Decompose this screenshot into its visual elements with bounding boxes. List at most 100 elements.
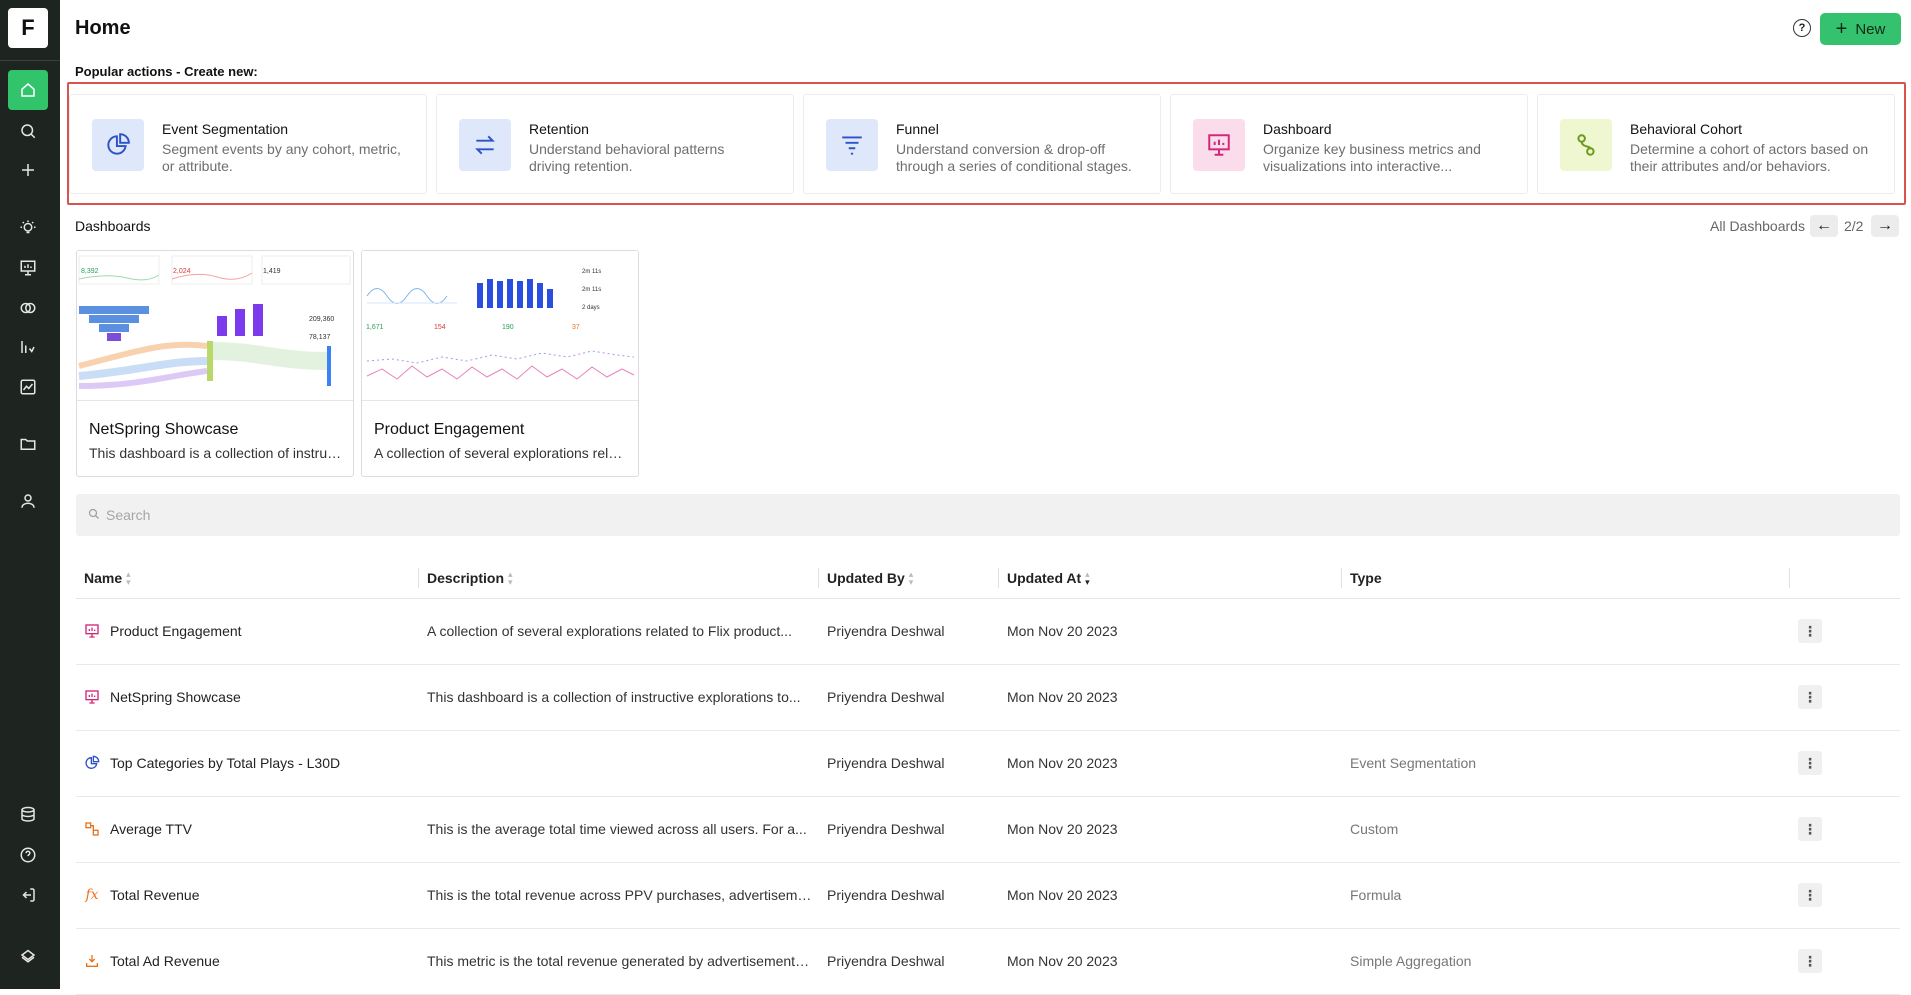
dashboard-card-product-engagement[interactable]: 2m 11s 2m 11s 2 days 1,671 154 190 37 Pr… [361,250,639,477]
app-logo[interactable]: F [8,8,48,48]
thumb-stat: 190 [502,324,514,331]
thumb-stat: 154 [434,324,446,331]
row-type: Event Segmentation [1350,755,1477,771]
all-dashboards-link[interactable]: All Dashboards [1710,218,1805,234]
kebab-icon: ⋮ [1803,754,1817,771]
column-header-name[interactable]: Name ▴ ▾ [84,570,131,587]
sidebar-item-logout[interactable] [8,875,48,915]
dashboard-card-title: Product Engagement [374,421,525,438]
popular-actions: Event Segmentation Segment events by any… [67,82,1906,205]
sidebar-item-home[interactable] [8,70,48,110]
sidebar-item-data[interactable] [8,795,48,835]
sidebar-item-dashboards[interactable] [8,248,48,288]
action-title: Event Segmentation [162,121,289,137]
row-name[interactable]: Total Revenue [110,887,410,903]
action-title: Funnel [896,121,939,137]
kebab-icon: ⋮ [1803,688,1817,705]
row-name[interactable]: NetSpring Showcase [110,689,410,705]
row-description: This dashboard is a collection of instru… [427,689,801,705]
column-header-description[interactable]: Description ▴ ▾ [427,570,513,587]
action-card-behavioral-cohort[interactable]: Behavioral Cohort Determine a cohort of … [1537,94,1895,194]
sidebar-item-metrics[interactable] [8,327,48,367]
page-indicator: 2/2 [1844,218,1864,234]
row-name[interactable]: Top Categories by Total Plays - L30D [110,755,410,771]
thumb-stat: 2m 11s [582,287,601,293]
row-menu-button[interactable]: ⋮ [1798,685,1822,709]
row-menu-button[interactable]: ⋮ [1798,949,1822,973]
table-row[interactable]: Total Ad Revenue This metric is the tota… [76,929,1900,995]
kebab-icon: ⋮ [1803,886,1817,903]
dashboard-card-description: A collection of several explorations rel… [374,445,629,461]
help-button[interactable]: ? [1793,19,1811,37]
column-label: Updated By [827,570,905,586]
help-icon [20,847,36,863]
next-page-button[interactable]: → [1871,215,1899,237]
row-menu-button[interactable]: ⋮ [1798,619,1822,643]
action-card-retention[interactable]: Retention Understand behavioral patterns… [436,94,794,194]
sort-icon: ▴ ▾ [908,569,914,587]
dashboards-label: Dashboards [75,218,151,234]
sidebar-item-help[interactable] [8,835,48,875]
sidebar-item-search[interactable] [8,111,48,151]
dashboard-icon [1193,119,1245,171]
table-row[interactable]: NetSpring Showcase This dashboard is a c… [76,665,1900,731]
row-updated-by: Priyendra Deshwal [827,755,945,771]
sidebar-item-insights[interactable] [8,208,48,248]
new-button-label: New [1855,20,1886,38]
table-row[interactable]: Average TTV This is the average total ti… [76,797,1900,863]
dashboard-card-netspring-showcase[interactable]: 8,392 2,024 1,419 209,360 78,137 NetSpri… [76,250,354,477]
new-button[interactable]: + New [1820,13,1901,45]
row-description: This is the total revenue across PPV pur… [427,887,813,903]
action-description: Determine a cohort of actors based on th… [1630,141,1869,174]
sidebar-item-folders[interactable] [8,424,48,464]
search-bar [76,494,1900,536]
action-card-event-segmentation[interactable]: Event Segmentation Segment events by any… [69,94,427,194]
home-icon [21,83,35,97]
column-header-updated-by[interactable]: Updated By ▴ ▾ [827,569,914,587]
table-row[interactable]: Top Categories by Total Plays - L30D Pri… [76,731,1900,797]
action-card-dashboard[interactable]: Dashboard Organize key business metrics … [1170,94,1528,194]
row-updated-at: Mon Nov 20 2023 [1007,887,1118,903]
metrics-icon [21,341,35,353]
sort-icon: ▴ ▾ [1085,569,1090,587]
row-menu-button[interactable]: ⋮ [1798,817,1822,841]
items-table: Name ▴ ▾ Description ▴ ▾ Updated By ▴ ▾ Update… [76,556,1900,995]
sidebar-item-create[interactable] [8,150,48,190]
row-type: Formula [1350,887,1402,903]
row-updated-at: Mon Nov 20 2023 [1007,953,1118,969]
thumb-stat: 209,360 [309,316,334,323]
table-row[interactable]: Product Engagement A collection of sever… [76,599,1900,665]
table-header: Name ▴ ▾ Description ▴ ▾ Updated By ▴ ▾ Update… [76,556,1900,599]
row-menu-button[interactable]: ⋮ [1798,883,1822,907]
table-row[interactable]: fx Total Revenue This is the total reven… [76,863,1900,929]
row-name[interactable]: Total Ad Revenue [110,953,410,969]
sidebar-item-explorations[interactable] [8,367,48,407]
column-divider [818,568,819,588]
sidebar-item-users[interactable] [8,481,48,521]
dashboard-icon [20,260,36,276]
search-icon [88,508,99,519]
sidebar-item-brand[interactable] [8,935,48,975]
sidebar-divider [0,60,60,61]
sidebar-item-cohorts[interactable] [8,288,48,328]
row-menu-button[interactable]: ⋮ [1798,751,1822,775]
action-card-funnel[interactable]: Funnel Understand conversion & drop-off … [803,94,1161,194]
column-header-type[interactable]: Type [1350,570,1382,586]
column-header-updated-at[interactable]: Updated At ▴ ▾ [1007,569,1090,587]
row-updated-by: Priyendra Deshwal [827,887,945,903]
row-name[interactable]: Product Engagement [110,623,410,639]
dashboard-icon [84,623,100,639]
event-segmentation-icon [84,755,100,771]
row-name[interactable]: Average TTV [110,821,410,837]
search-input[interactable] [106,494,1886,536]
column-label: Description [427,570,505,586]
action-description: Organize key business metrics and visual… [1263,141,1481,174]
dashboard-card-description: This dashboard is a collection of instru… [89,445,344,461]
plus-icon: + [1835,18,1848,40]
row-updated-by: Priyendra Deshwal [827,953,945,969]
prev-page-button[interactable]: ← [1810,215,1838,237]
kebab-icon: ⋮ [1803,952,1817,969]
dashboard-card-title: NetSpring Showcase [89,421,239,438]
row-description: A collection of several explorations rel… [427,623,792,639]
column-label: Type [1350,570,1382,586]
